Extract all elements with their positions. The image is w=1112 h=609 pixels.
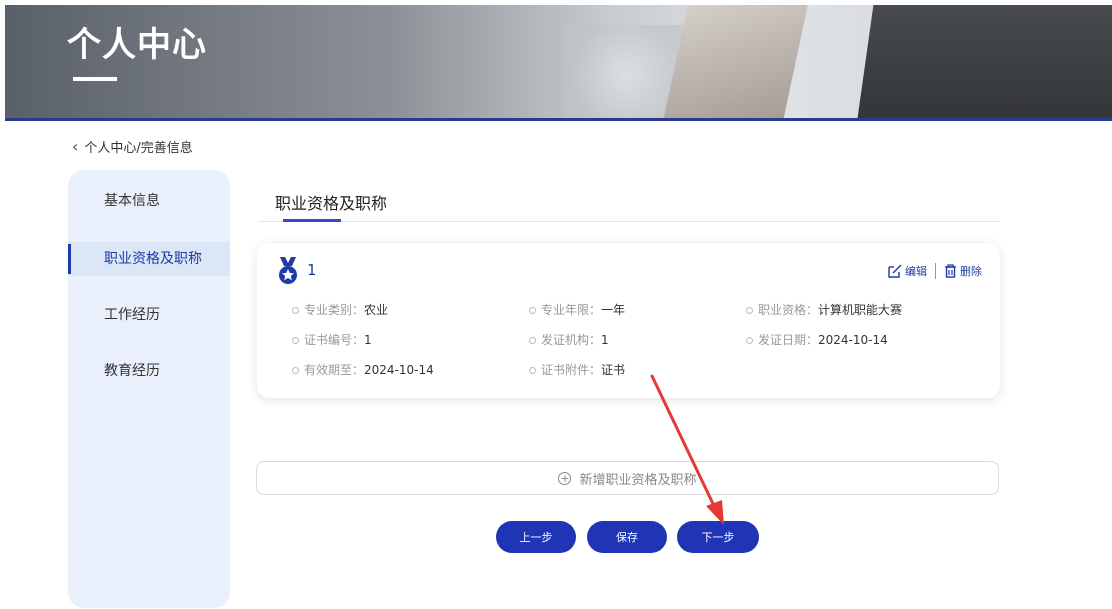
- sidebar-item-qualification[interactable]: 职业资格及职称: [68, 242, 230, 276]
- field-label: 发证日期：: [758, 333, 819, 347]
- sidebar-item-basic-info[interactable]: 基本信息: [68, 184, 230, 218]
- page-title: 个人中心: [67, 25, 207, 65]
- action-separator: [935, 263, 936, 279]
- section-divider: [258, 221, 1000, 222]
- field-value: 1: [601, 333, 609, 347]
- field-certificate-number: 证书编号：1: [292, 331, 372, 348]
- field-value: 1: [364, 333, 372, 347]
- bullet-icon: [746, 337, 753, 344]
- field-value: 2024-10-14: [818, 333, 888, 347]
- section-title-underline: [283, 219, 341, 222]
- edit-icon: [888, 264, 902, 278]
- qualification-card: 1 编辑 删除 专业类别：农业 专业年限：一年 职业资格：计算机职能大赛 证书编…: [257, 243, 1000, 398]
- previous-step-button[interactable]: 上一步: [496, 521, 576, 553]
- field-label: 证书附件：: [541, 363, 602, 377]
- banner-background-shape: [853, 5, 1112, 118]
- delete-label: 删除: [960, 265, 982, 278]
- bullet-icon: [746, 307, 753, 314]
- breadcrumb: ‹ 个人中心/完善信息: [72, 137, 193, 156]
- field-issuing-authority: 发证机构：1: [529, 331, 609, 348]
- bullet-icon: [529, 337, 536, 344]
- header-banner: 个人中心: [5, 5, 1112, 121]
- field-certificate-attachment: 证书附件：证书: [529, 361, 625, 378]
- bullet-icon: [292, 307, 299, 314]
- field-value[interactable]: 证书: [601, 363, 625, 377]
- sidebar: 基本信息 职业资格及职称 工作经历 教育经历: [68, 170, 230, 608]
- field-label: 专业年限：: [541, 303, 602, 317]
- field-major-category: 专业类别：农业: [292, 301, 388, 318]
- card-actions: 编辑 删除: [888, 263, 982, 279]
- field-label: 专业类别：: [304, 303, 365, 317]
- field-major-years: 专业年限：一年: [529, 301, 625, 318]
- sidebar-item-education[interactable]: 教育经历: [68, 354, 230, 388]
- field-value: 2024-10-14: [364, 363, 434, 377]
- banner-background-shape: [660, 5, 810, 118]
- field-valid-until: 有效期至：2024-10-14: [292, 361, 434, 378]
- medal-icon: [279, 257, 297, 284]
- sidebar-item-work-experience[interactable]: 工作经历: [68, 298, 230, 332]
- title-underline-decoration: [73, 77, 117, 81]
- field-label: 证书编号：: [304, 333, 365, 347]
- bullet-icon: [292, 337, 299, 344]
- card-number: 1: [307, 261, 317, 279]
- plus-circle-icon: +: [558, 471, 572, 485]
- section-title: 职业资格及职称: [275, 194, 388, 213]
- field-value: 农业: [364, 303, 389, 317]
- delete-button[interactable]: 删除: [944, 263, 982, 279]
- add-qualification-label: 新增职业资格及职称: [579, 472, 697, 488]
- field-issue-date: 发证日期：2024-10-14: [746, 331, 888, 348]
- field-value: 计算机职能大赛: [818, 303, 903, 317]
- bullet-icon: [529, 367, 536, 374]
- trash-icon: [945, 264, 956, 278]
- field-label: 有效期至：: [304, 363, 365, 377]
- next-step-button[interactable]: 下一步: [677, 521, 759, 553]
- save-button[interactable]: 保存: [587, 521, 667, 553]
- bullet-icon: [292, 367, 299, 374]
- edit-label: 编辑: [905, 265, 927, 278]
- edit-button[interactable]: 编辑: [888, 263, 927, 279]
- field-label: 职业资格：: [758, 303, 819, 317]
- field-value: 一年: [601, 303, 626, 317]
- back-chevron-icon[interactable]: ‹: [72, 137, 78, 156]
- bullet-icon: [529, 307, 536, 314]
- add-qualification-button[interactable]: + 新增职业资格及职称: [256, 461, 999, 495]
- field-qualification: 职业资格：计算机职能大赛: [746, 301, 902, 318]
- breadcrumb-text[interactable]: 个人中心/完善信息: [84, 137, 192, 156]
- field-label: 发证机构：: [541, 333, 602, 347]
